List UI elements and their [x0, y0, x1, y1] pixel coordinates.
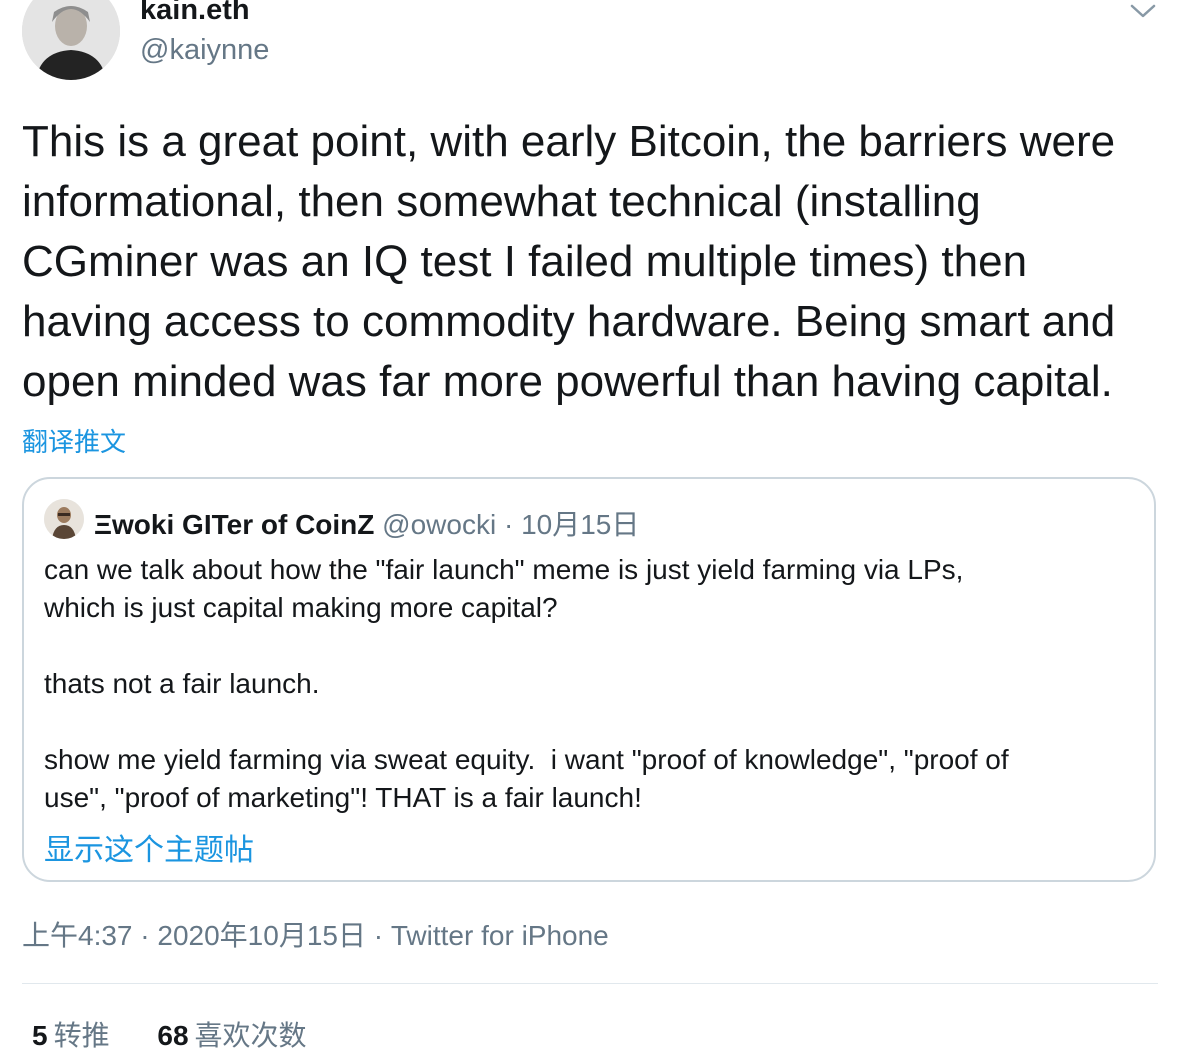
tweet-timestamp: 上午4:37 · 2020年10月15日 · Twitter for iPhon… — [22, 914, 609, 954]
quoted-line — [44, 703, 1139, 741]
author-name[interactable]: kain.eth — [140, 0, 250, 27]
retweets-label: 转推 — [53, 1020, 110, 1051]
tweet-stats: 5 转推 68 喜欢次数 — [32, 1014, 347, 1054]
tweet-source[interactable]: Twitter for iPhone — [391, 920, 609, 951]
quoted-line: show me yield farming via sweat equity. … — [44, 744, 1009, 775]
show-thread-link[interactable]: 显示这个主题帖 — [44, 825, 254, 869]
author-handle[interactable]: @kaiynne — [140, 34, 269, 67]
tweet-time[interactable]: 上午4:37 — [22, 920, 133, 951]
quoted-author-name[interactable]: Ξwoki GITer of CoinZ — [94, 509, 374, 540]
quoted-line: can we talk about how the "fair launch" … — [44, 554, 964, 585]
likes-count: 68 — [157, 1020, 189, 1051]
quoted-tweet-header: Ξwoki GITer of CoinZ @owocki · 10月15日 — [94, 503, 639, 543]
tweet-line: CGminer was an IQ test I failed multiple… — [22, 237, 1028, 286]
separator-dot: · — [365, 920, 391, 951]
author-avatar[interactable] — [22, 0, 120, 80]
separator-dot: · — [132, 920, 158, 951]
quoted-author-avatar[interactable] — [44, 499, 84, 539]
translate-tweet-link[interactable]: 翻译推文 — [22, 422, 126, 459]
quoted-line: which is just capital making more capita… — [44, 592, 558, 623]
quoted-tweet-card[interactable]: Ξwoki GITer of CoinZ @owocki · 10月15日 ca… — [22, 477, 1156, 882]
quoted-tweet-date[interactable]: 10月15日 — [521, 509, 639, 540]
tweet-date[interactable]: 2020年10月15日 — [157, 920, 366, 951]
tweet-line: open minded was far more powerful than h… — [22, 357, 1113, 406]
chevron-down-icon[interactable] — [1126, 0, 1160, 22]
retweets-stat[interactable]: 5 转推 — [32, 1014, 110, 1054]
tweet-line: having access to commodity hardware. Bei… — [22, 297, 1116, 346]
tweet-line: This is a great point, with early Bitcoi… — [22, 117, 1116, 166]
quoted-line: thats not a fair launch. — [44, 668, 320, 699]
quoted-line — [44, 627, 1139, 665]
quoted-author-handle[interactable]: @owocki — [382, 509, 496, 540]
quoted-tweet-text: can we talk about how the "fair launch" … — [44, 551, 1139, 817]
likes-stat[interactable]: 68 喜欢次数 — [157, 1014, 306, 1054]
retweets-count: 5 — [32, 1020, 48, 1051]
tweet-text: This is a great point, with early Bitcoi… — [22, 112, 1162, 412]
divider — [22, 983, 1158, 984]
quoted-line: use", "proof of marketing"! THAT is a fa… — [44, 782, 642, 813]
separator-dot: · — [496, 509, 522, 540]
tweet-line: informational, then somewhat technical (… — [22, 177, 981, 226]
likes-label: 喜欢次数 — [194, 1020, 307, 1051]
